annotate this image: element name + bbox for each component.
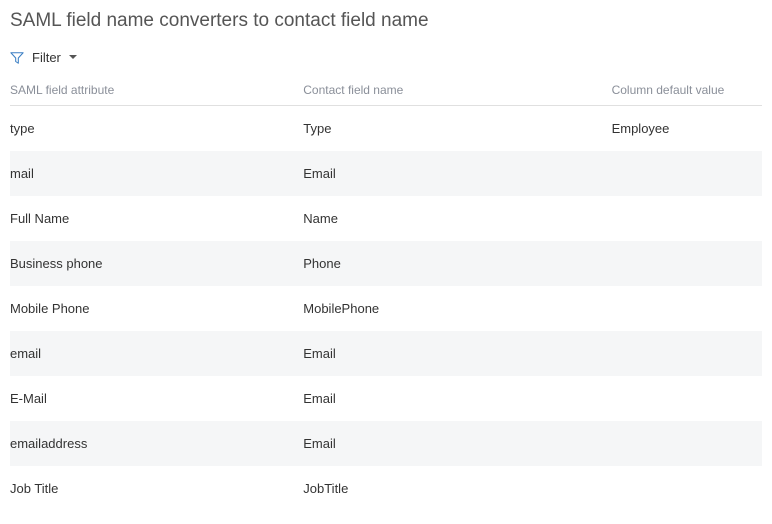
header-saml[interactable]: SAML field attribute (10, 75, 303, 106)
table-row[interactable]: emailEmail (10, 331, 762, 376)
cell-default (612, 331, 762, 376)
chevron-down-icon (69, 53, 79, 63)
cell-contact: Email (303, 421, 611, 466)
cell-saml: Full Name (10, 196, 303, 241)
cell-default (612, 466, 762, 511)
cell-contact: Email (303, 331, 611, 376)
filter-icon (10, 51, 24, 65)
filter-label: Filter (32, 50, 61, 65)
cell-default: Employee (612, 106, 762, 151)
cell-saml: emailaddress (10, 421, 303, 466)
cell-default (612, 241, 762, 286)
header-contact[interactable]: Contact field name (303, 75, 611, 106)
cell-saml: Job Title (10, 466, 303, 511)
cell-contact: Type (303, 106, 611, 151)
table-row[interactable]: emailaddressEmail (10, 421, 762, 466)
table-row[interactable]: typeTypeEmployee (10, 106, 762, 151)
cell-default (612, 286, 762, 331)
cell-default (612, 196, 762, 241)
cell-saml: E-Mail (10, 376, 303, 421)
table-row[interactable]: E-MailEmail (10, 376, 762, 421)
table-row[interactable]: mailEmail (10, 151, 762, 196)
cell-contact: MobilePhone (303, 286, 611, 331)
cell-saml: type (10, 106, 303, 151)
converters-table: SAML field attribute Contact field name … (10, 75, 762, 511)
table-row[interactable]: Mobile PhoneMobilePhone (10, 286, 762, 331)
cell-contact: Name (303, 196, 611, 241)
cell-contact: Email (303, 376, 611, 421)
page-title: SAML field name converters to contact fi… (10, 10, 762, 32)
table-row[interactable]: Full NameName (10, 196, 762, 241)
cell-saml: mail (10, 151, 303, 196)
cell-contact: Phone (303, 241, 611, 286)
header-default[interactable]: Column default value (612, 75, 762, 106)
cell-contact: Email (303, 151, 611, 196)
cell-saml: Mobile Phone (10, 286, 303, 331)
cell-saml: email (10, 331, 303, 376)
cell-default (612, 151, 762, 196)
cell-saml: Business phone (10, 241, 303, 286)
table-row[interactable]: Job TitleJobTitle (10, 466, 762, 511)
table-row[interactable]: Business phonePhone (10, 241, 762, 286)
table-header-row: SAML field attribute Contact field name … (10, 75, 762, 106)
cell-contact: JobTitle (303, 466, 611, 511)
cell-default (612, 421, 762, 466)
cell-default (612, 376, 762, 421)
filter-button[interactable]: Filter (10, 50, 762, 65)
table-body: typeTypeEmployeemailEmailFull NameNameBu… (10, 106, 762, 511)
